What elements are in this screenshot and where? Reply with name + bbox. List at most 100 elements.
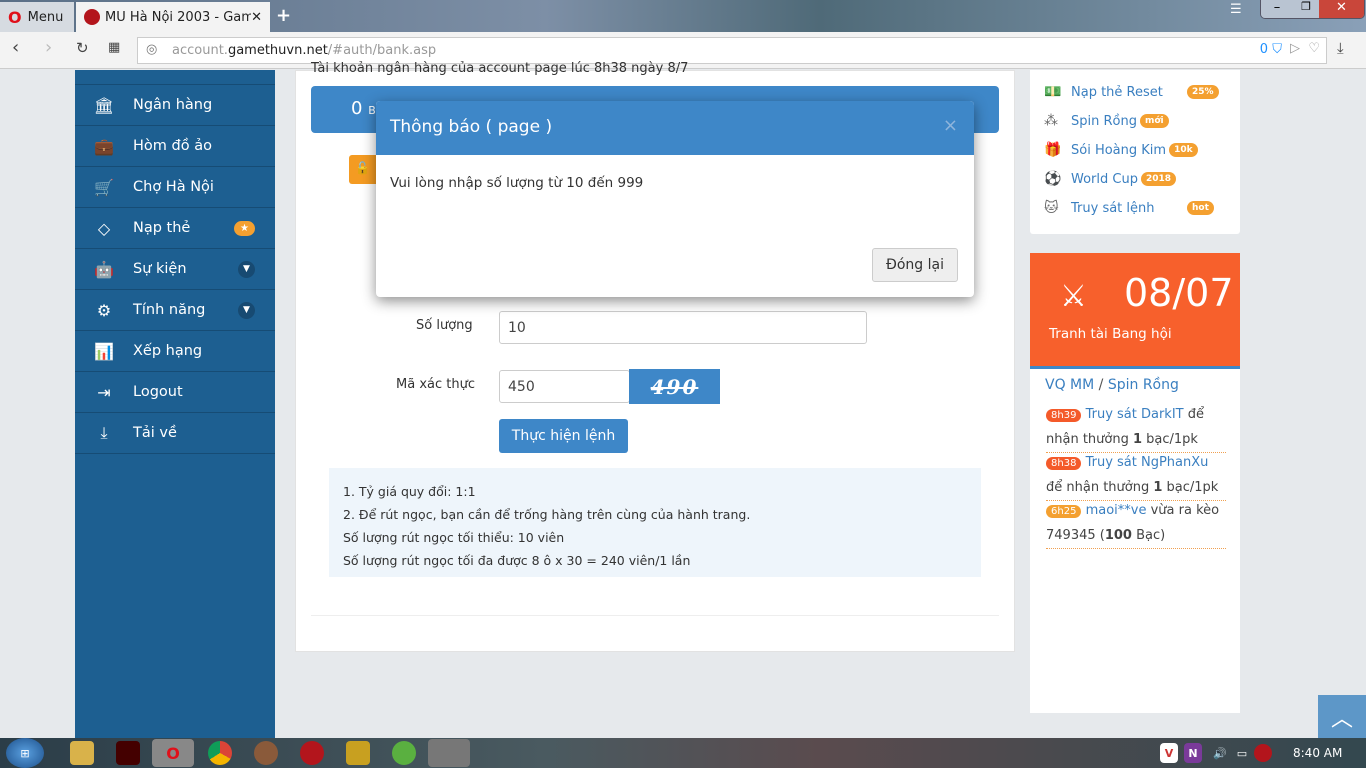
sidebar-item-4[interactable]: 🤖 Sự kiện ▼	[75, 249, 275, 290]
bank-header-text: Tài khoản ngân hàng của account page lúc…	[311, 61, 689, 76]
log-link[interactable]: Truy sát NgPhanXu	[1086, 455, 1209, 470]
captcha-image[interactable]: 490	[629, 369, 720, 404]
vqmm-link[interactable]: VQ MM	[1045, 377, 1094, 393]
notification-modal: Thông báo ( page ) × Vui lòng nhập số lư…	[376, 101, 974, 297]
mu-taskbar-icon[interactable]	[300, 741, 324, 765]
bar-chart-icon: 📊	[94, 341, 114, 361]
modal-title: Thông báo ( page )	[390, 117, 553, 137]
quantity-label: Số lượng	[416, 318, 473, 333]
balance-value: 0	[351, 98, 363, 119]
chrome-taskbar-icon[interactable]	[208, 741, 232, 765]
chevron-down-icon[interactable]: ▼	[238, 260, 255, 278]
mu-tray-icon[interactable]	[1254, 744, 1272, 762]
opera-taskbar-icon[interactable]: O	[152, 739, 194, 767]
sidebar-item-7[interactable]: ⇥ Logout	[75, 372, 275, 413]
modal-close-button[interactable]: Đóng lại	[872, 248, 958, 282]
quick-link[interactable]: ⚽ World Cup 2018	[1044, 171, 1177, 187]
quick-link[interactable]: ⁂ Spin Rồng mới	[1044, 113, 1169, 129]
log-entry: 6h25 maoi**ve vừa ra kèo 749345 (100 Bạc…	[1046, 499, 1226, 549]
sidebar-item-label: Tải về	[133, 425, 177, 441]
sidebar-item-3[interactable]: ◇ Nạp thẻ ★	[75, 208, 275, 249]
scroll-top-button[interactable]: ︿	[1318, 695, 1366, 739]
soccer-ball-icon: ⚽	[1044, 171, 1062, 187]
log-link[interactable]: Truy sát DarkIT	[1086, 407, 1184, 422]
log-amount: 100	[1104, 528, 1132, 543]
sidebar-item-label: Sự kiện	[133, 261, 187, 277]
restore-button[interactable]: ❐	[1293, 0, 1319, 18]
network-icon[interactable]: ▭	[1230, 741, 1254, 765]
log-link[interactable]: maoi**ve	[1086, 503, 1147, 518]
sidebar-item-2[interactable]: 🛒 Chợ Hà Nội	[75, 167, 275, 208]
opera-menu-button[interactable]: O Menu	[0, 2, 74, 32]
bank-icon: 🏛	[93, 95, 115, 115]
sidebar-item-6[interactable]: 📊 Xếp hạng	[75, 331, 275, 372]
explorer-taskbar-icon[interactable]	[70, 741, 94, 765]
quick-link-badge: 2018	[1140, 172, 1177, 186]
modal-close-icon[interactable]: ×	[943, 115, 958, 136]
site-favicon-icon	[84, 9, 100, 25]
mu-window-taskbar-icon[interactable]	[428, 739, 470, 767]
volume-icon[interactable]: 🔊	[1208, 741, 1232, 765]
quick-link[interactable]: 💵 Nạp thẻ Reset 25%	[1044, 84, 1219, 100]
quick-link-badge: 25%	[1187, 85, 1219, 99]
app-taskbar-icon[interactable]	[346, 741, 370, 765]
tab-title: MU Hà Nội 2003 - Gameth	[105, 9, 252, 25]
spin-rong-link[interactable]: Spin Rồng	[1108, 377, 1179, 393]
heart-icon[interactable]: ♡	[1308, 41, 1320, 56]
quick-link-label: Spin Rồng	[1071, 113, 1137, 129]
sidebar-item-1[interactable]: 💼 Hòm đồ ảo	[75, 126, 275, 167]
app-taskbar-icon[interactable]	[254, 741, 278, 765]
sidebar-item-8[interactable]: ⤓ Tải về	[75, 413, 275, 454]
clock[interactable]: 8:40 AM	[1293, 746, 1342, 760]
github-icon: 🐱	[1044, 200, 1059, 216]
quantity-input[interactable]: 10	[499, 311, 867, 344]
start-button[interactable]: ⊞	[6, 738, 44, 768]
quick-link-label: Nạp thẻ Reset	[1071, 84, 1163, 100]
sidebar-item-5[interactable]: ⚙ Tính năng ▼	[75, 290, 275, 331]
sidebar-item-hidden[interactable]	[75, 44, 275, 85]
info-box: 1. Tỷ giá quy đổi: 1:1 2. Để rút ngọc, b…	[329, 468, 981, 577]
onenote-tray-icon[interactable]: N	[1184, 743, 1202, 763]
app-taskbar-icon[interactable]	[392, 741, 416, 765]
info-line: Số lượng rút ngọc tối đa được 8 ô x 30 =…	[343, 553, 691, 568]
game-taskbar-icon[interactable]	[116, 741, 140, 765]
ad-block-icon[interactable]: ⛉	[1272, 42, 1282, 57]
quick-link-label: Truy sát lệnh	[1071, 200, 1155, 216]
quick-link[interactable]: 🐱 Truy sát lệnh hot	[1044, 200, 1214, 216]
new-tab-button[interactable]: +	[276, 5, 291, 26]
submit-button[interactable]: Thực hiện lệnh	[499, 419, 628, 453]
download-icon: ⤓	[100, 423, 108, 442]
time-badge: 8h38	[1046, 457, 1082, 470]
suitcase-icon: 💼	[94, 136, 114, 156]
quick-link-badge: mới	[1139, 114, 1169, 128]
send-icon[interactable]: ▷	[1290, 41, 1300, 56]
tab-menu-icon[interactable]: ☰	[1230, 2, 1242, 17]
forward-button[interactable]: ›	[45, 37, 52, 58]
close-window-button[interactable]: ✕	[1319, 0, 1364, 18]
event-banner[interactable]: ⚔ 08/07 Tranh tài Bang hội	[1030, 253, 1240, 366]
sidebar-item-0[interactable]: 🏛 Ngân hàng	[75, 85, 275, 126]
chevron-down-icon[interactable]: ▼	[238, 301, 255, 319]
url-input[interactable]: ◎ account. gamethuvn.net/#auth/bank.asp 0…	[137, 37, 1327, 64]
back-button[interactable]: ‹	[12, 37, 19, 58]
log-text: bạc/1pk	[1142, 432, 1198, 447]
v-tray-icon[interactable]: V	[1160, 743, 1178, 763]
quick-link-badge: 10k	[1169, 143, 1198, 157]
cart-icon: 🛒	[94, 177, 114, 197]
log-text: Bạc)	[1131, 528, 1166, 543]
sidebar-item-label: Hòm đồ ảo	[133, 138, 212, 154]
download-icon[interactable]: ⤓	[1337, 39, 1344, 57]
diamond-icon: ◇	[97, 218, 111, 238]
minimize-button[interactable]: –	[1261, 0, 1293, 18]
log-amount: 1	[1132, 432, 1143, 447]
close-tab-icon[interactable]: ✕	[251, 10, 262, 25]
captcha-input[interactable]: 450	[499, 370, 630, 403]
url-path: /#auth/bank.asp	[327, 43, 437, 58]
modal-message: Vui lòng nhập số lượng từ 10 đến 999	[390, 175, 644, 191]
quick-link[interactable]: 🎁 Sói Hoàng Kim 10k	[1044, 142, 1198, 158]
unlock-button[interactable]: 🔓	[349, 155, 379, 184]
opera-logo-icon: O	[8, 7, 22, 27]
browser-tab[interactable]: MU Hà Nội 2003 - Gameth✕	[76, 2, 270, 32]
quick-link-label: Sói Hoàng Kim	[1071, 142, 1167, 158]
info-line: 2. Để rút ngọc, bạn cần để trống hàng tr…	[343, 507, 751, 522]
